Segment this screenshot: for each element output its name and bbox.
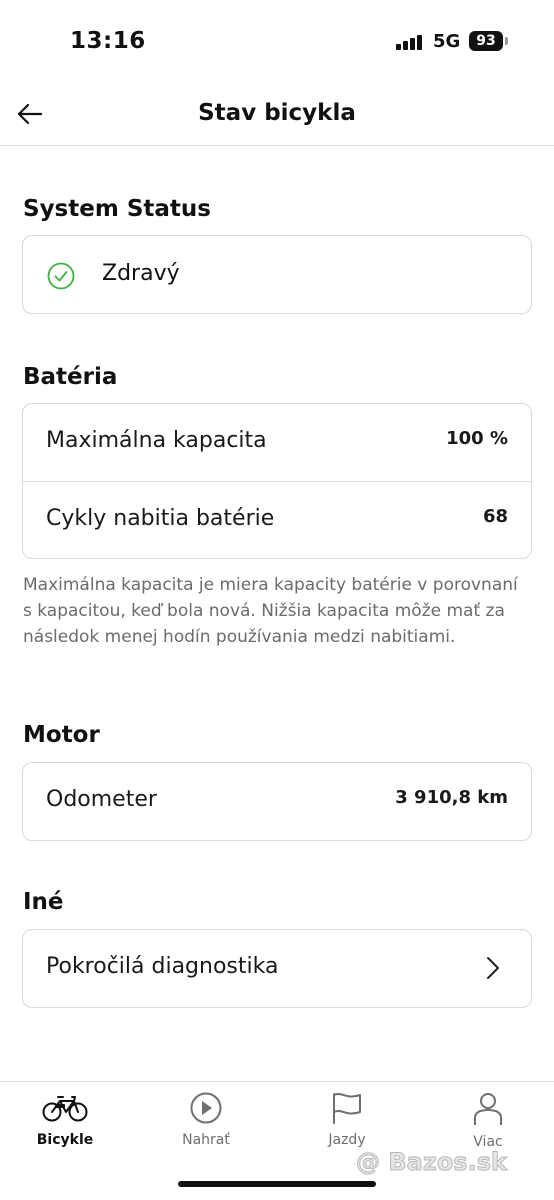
odometer-value: 3 910,8 km xyxy=(395,787,508,808)
battery-heading: Batéria xyxy=(23,364,118,390)
check-circle-icon xyxy=(47,262,75,290)
battery-note: Maximálna kapacita je miera kapacity bat… xyxy=(23,575,518,647)
charge-cycles-value: 68 xyxy=(482,506,508,527)
advanced-diagnostics-label: Pokročilá diagnostika xyxy=(46,954,279,979)
tab-rides-label: Jazdy xyxy=(328,1132,366,1148)
tab-upload-label: Nahrať xyxy=(182,1132,230,1148)
max-capacity-label: Maximálna kapacita xyxy=(46,428,267,453)
system-status-card: Zdravý xyxy=(22,235,532,314)
status-bar: 13:16 5G 93 xyxy=(0,0,554,84)
battery-icon: 93 xyxy=(469,31,503,51)
odometer-label: Odometer xyxy=(46,787,157,812)
bicycle-icon xyxy=(42,1096,88,1122)
battery-card: Maximálna kapacita 100 % Cykly nabitia b… xyxy=(22,403,532,559)
network-type: 5G xyxy=(433,31,461,52)
chevron-right-icon xyxy=(487,957,499,979)
charge-cycles-label: Cykly nabitia batérie xyxy=(46,506,275,531)
other-card: Pokročilá diagnostika xyxy=(22,929,532,1008)
home-indicator xyxy=(178,1181,376,1187)
clock: 13:16 xyxy=(70,28,146,54)
battery-max-capacity-row: Maximálna kapacita 100 % xyxy=(23,404,531,481)
nav-header: Stav bicykla xyxy=(0,84,554,146)
tab-bicycles-label: Bicykle xyxy=(36,1132,94,1148)
flag-icon xyxy=(333,1093,361,1124)
odometer-row: Odometer 3 910,8 km xyxy=(23,763,531,840)
tab-upload[interactable]: Nahrať xyxy=(156,1092,256,1162)
system-status-heading: System Status xyxy=(23,196,211,222)
battery-cycles-row: Cykly nabitia batérie 68 xyxy=(23,481,531,558)
advanced-diagnostics-row[interactable]: Pokročilá diagnostika xyxy=(23,930,531,1007)
play-circle-icon xyxy=(190,1092,222,1124)
other-heading: Iné xyxy=(23,889,64,915)
motor-card: Odometer 3 910,8 km xyxy=(22,762,532,841)
system-status-value: Zdravý xyxy=(102,261,180,286)
signal-icon xyxy=(396,34,424,50)
battery-tip xyxy=(505,37,508,45)
watermark: @ Bazos.sk xyxy=(356,1148,508,1177)
page-title: Stav bicykla xyxy=(198,100,356,126)
motor-heading: Motor xyxy=(23,722,100,748)
tab-bicycles[interactable]: Bicykle xyxy=(15,1092,115,1162)
max-capacity-value: 100 % xyxy=(446,428,508,449)
person-icon xyxy=(474,1093,502,1125)
